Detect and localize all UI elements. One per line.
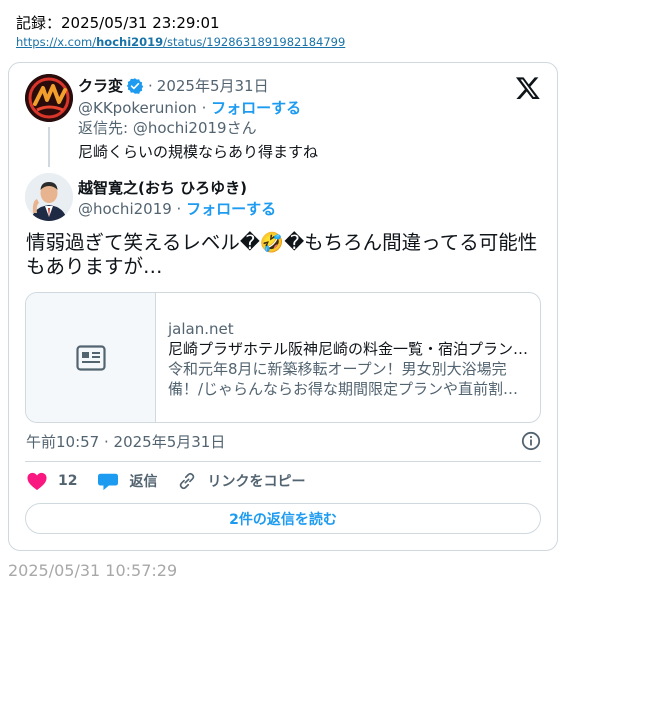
avatar[interactable]: [25, 173, 73, 221]
capture-timestamp: 2025/05/31 10:57:29: [8, 561, 178, 580]
article-icon: [75, 344, 106, 371]
tweet-timestamp[interactable]: 午前10:57 · 2025年5月31日: [26, 431, 225, 452]
verified-badge-icon: [126, 77, 144, 94]
copy-link-label: リンクをコピー: [207, 474, 306, 490]
link-domain: jalan.net: [168, 320, 234, 338]
author-handle[interactable]: @hochi2019: [78, 200, 172, 218]
author-handle[interactable]: @KKpokerunion: [78, 99, 197, 117]
info-icon[interactable]: [521, 431, 541, 451]
follow-button[interactable]: フォローする: [211, 99, 301, 117]
follow-button[interactable]: フォローする: [186, 200, 276, 218]
reply-label: 返信: [129, 474, 158, 490]
record-url[interactable]: https://x.com/hochi2019/status/192863189…: [16, 35, 345, 49]
author-name[interactable]: クラ変: [78, 75, 123, 96]
parent-tweet-text: 尼崎くらいの規模ならあり得ますね: [78, 143, 319, 161]
avatar[interactable]: [25, 74, 73, 122]
thread-connector: [48, 127, 50, 167]
link-thumbnail: [26, 293, 156, 422]
link-title: 尼崎プラザホテル阪神尼崎の料金一覧・宿泊プラン…: [168, 340, 528, 358]
reply-button[interactable]: 返信: [97, 471, 157, 491]
link-preview-card[interactable]: jalan.net 尼崎プラザホテル阪神尼崎の料金一覧・宿泊プラン… 令和元年8…: [25, 292, 541, 423]
x-logo-icon[interactable]: [515, 75, 541, 101]
reply-bubble-icon: [98, 473, 119, 491]
reply-to-label: 返信先: @hochi2019さん: [78, 119, 257, 137]
tweet-embed-card: クラ変 · 2025年5月31日 @KKpokerunion · フォローする …: [8, 62, 558, 551]
heart-icon: [27, 472, 47, 491]
copy-link-button[interactable]: リンクをコピー: [177, 471, 305, 491]
divider: [25, 461, 541, 462]
tweet-text: 情弱過ぎて笑えるレベル�🤣�もちろん間違ってる可能性もありますが…: [26, 231, 538, 278]
tweet-date[interactable]: 2025年5月31日: [157, 75, 269, 96]
record-timestamp: 記録：2025/05/31 23:29:01: [16, 14, 220, 32]
like-count: 12: [58, 473, 78, 489]
link-icon: [180, 472, 195, 490]
read-replies-button[interactable]: 2件の返信を読む: [25, 503, 541, 534]
date-separator: ·: [148, 76, 153, 95]
tweet-actions: 12 返信 リンクをコピー: [26, 471, 325, 491]
like-button[interactable]: 12: [26, 471, 77, 491]
link-description: 令和元年8月に新築移転オープン！男女別大浴場完備！/じゃらんならお得な期間限定プ…: [168, 360, 519, 398]
author-name[interactable]: 越智寛之(おち ひろゆき): [78, 177, 247, 198]
